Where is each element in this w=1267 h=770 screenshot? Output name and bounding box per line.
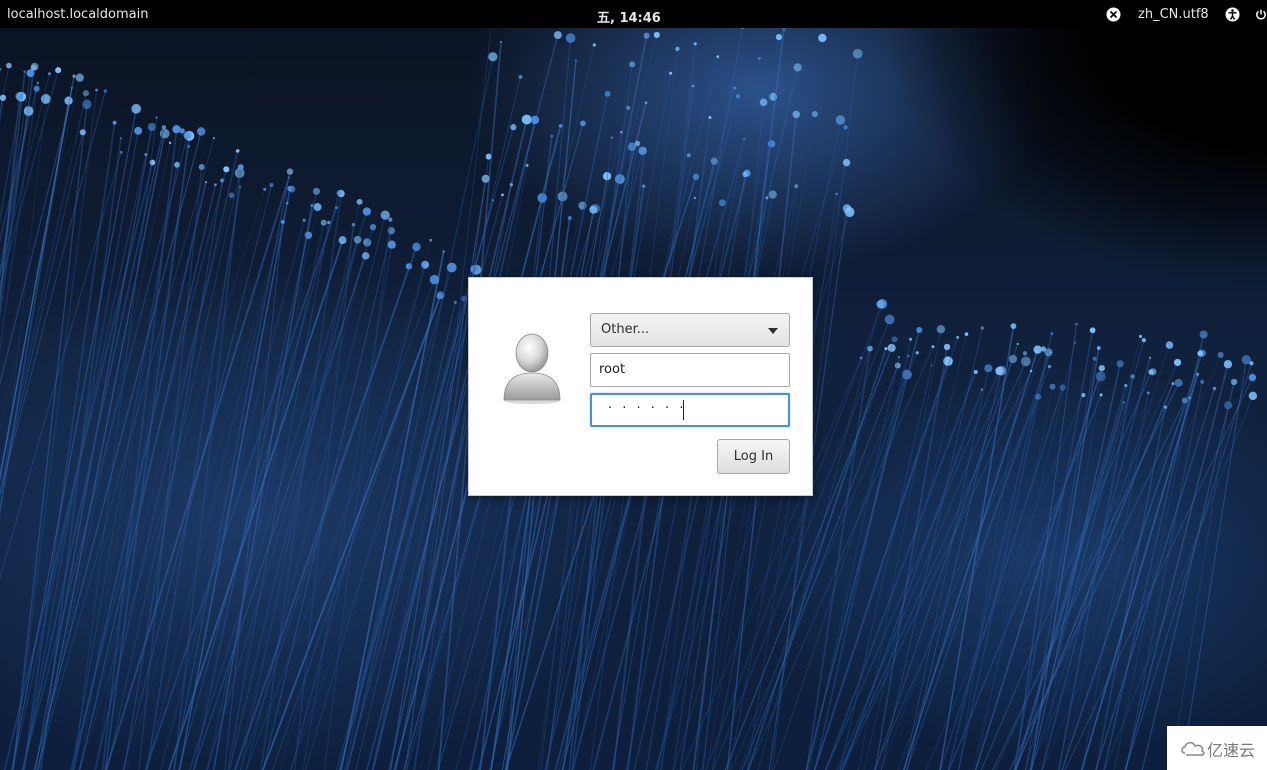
login-button[interactable]: Log In	[717, 439, 790, 474]
watermark-text: 亿速云	[1207, 741, 1256, 760]
watermark: 亿速云	[1167, 726, 1267, 770]
username-field[interactable]: root	[590, 353, 790, 387]
username-value: root	[599, 362, 626, 377]
user-avatar-icon	[503, 333, 561, 404]
accessibility-icon[interactable]	[1225, 7, 1240, 22]
locale-indicator[interactable]: zh_CN.utf8	[1138, 7, 1209, 22]
text-cursor	[683, 400, 684, 420]
login-dialog: Other... root · · · · · · Log In	[468, 277, 813, 496]
user-select-value: Other...	[601, 322, 650, 337]
chevron-down-icon	[768, 328, 778, 334]
hostname-label: localhost.localdomain	[7, 7, 149, 22]
power-icon[interactable]	[1255, 7, 1267, 22]
ibus-icon[interactable]	[1106, 7, 1121, 22]
cloud-logo-icon	[1181, 741, 1205, 756]
user-select-dropdown[interactable]: Other...	[590, 313, 790, 347]
clock[interactable]: 五, 14:46	[597, 7, 661, 26]
top-bar: localhost.localdomain 五, 14:46 zh_CN.utf…	[0, 0, 1267, 28]
password-field[interactable]: · · · · · ·	[590, 393, 790, 427]
password-mask: · · · · · ·	[608, 401, 687, 416]
